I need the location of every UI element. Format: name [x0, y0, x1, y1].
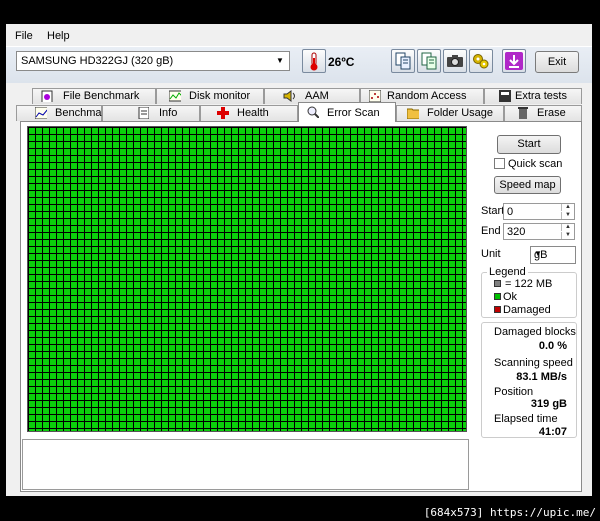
menu-file-label: File — [15, 30, 33, 42]
tab-random-access-label: Random Access — [387, 90, 467, 102]
save-button[interactable] — [502, 49, 526, 73]
gears-icon — [473, 54, 489, 69]
tab-erase[interactable]: Erase — [504, 105, 582, 121]
tab-aam-label: AAM — [305, 90, 329, 102]
elapsed-time-value: 41:07 — [538, 426, 567, 438]
drive-select-value: SAMSUNG HD322GJ (320 gB) — [21, 55, 174, 67]
temperature-value: 26ºC — [328, 55, 355, 69]
unit-select[interactable]: gB ▼ — [530, 246, 576, 264]
legend-damaged-swatch — [494, 306, 501, 313]
screenshot-button[interactable] — [443, 49, 467, 73]
thermometer-icon — [310, 52, 318, 71]
tab-file-benchmark-label: File Benchmark — [63, 90, 140, 102]
error-scan-icon — [307, 106, 319, 118]
legend-block-swatch — [494, 280, 501, 287]
exit-button-label: Exit — [547, 56, 567, 68]
position-value: 319 gB — [530, 398, 567, 410]
chevron-down-icon: ▼ — [276, 56, 284, 65]
start-field-value: 0 — [507, 206, 514, 218]
legend-ok-label: Ok — [503, 291, 518, 303]
scan-block-grid — [27, 126, 467, 432]
menu-bar — [6, 26, 592, 46]
start-field-label: Start — [481, 205, 505, 217]
extra-tests-icon — [499, 90, 511, 102]
camera-icon — [447, 55, 463, 67]
tab-folder-usage[interactable]: Folder Usage — [396, 105, 504, 121]
tab-error-scan[interactable]: Error Scan — [298, 102, 396, 122]
tab-erase-label: Erase — [537, 107, 566, 119]
drive-select[interactable]: SAMSUNG HD322GJ (320 gB) ▼ — [16, 51, 290, 71]
end-field[interactable]: 320 ▲ ▼ — [503, 223, 575, 240]
tab-file-benchmark[interactable]: File Benchmark — [32, 88, 156, 104]
info-icon — [138, 107, 149, 119]
options-button[interactable] — [469, 49, 493, 73]
copy-text-button[interactable] — [391, 49, 415, 73]
speaker-icon — [283, 90, 295, 102]
tab-disk-monitor-label: Disk monitor — [189, 90, 251, 102]
menu-help[interactable]: Help — [47, 30, 70, 42]
start-field[interactable]: 0 ▲ ▼ — [503, 203, 575, 220]
disk-monitor-icon — [169, 90, 181, 102]
menu-help-label: Help — [47, 30, 70, 42]
scanning-speed-label: Scanning speed — [494, 357, 573, 369]
end-field-value: 320 — [507, 226, 526, 238]
damaged-blocks-value: 0.0 % — [538, 340, 567, 352]
scan-log-box[interactable] — [22, 439, 469, 490]
tab-health[interactable]: Health — [200, 105, 298, 121]
legend-title: Legend — [487, 266, 528, 278]
quick-scan-checkbox[interactable] — [494, 158, 505, 169]
spin-up-icon[interactable]: ▲ — [561, 204, 574, 211]
tab-disk-monitor[interactable]: Disk monitor — [156, 88, 264, 104]
folder-icon — [407, 108, 419, 119]
tab-extra-tests-label: Extra tests — [515, 90, 567, 102]
chevron-down-icon: ▼ — [534, 249, 542, 258]
start-button[interactable]: Start — [497, 135, 561, 154]
copy-text-icon — [395, 52, 411, 70]
file-benchmark-icon — [41, 90, 53, 102]
exit-button[interactable]: Exit — [535, 51, 579, 73]
temperature-button[interactable] — [302, 49, 326, 73]
spin-up-icon[interactable]: ▲ — [561, 224, 574, 231]
scanning-speed-value: 83.1 MB/s — [516, 371, 567, 383]
erase-icon — [518, 107, 528, 119]
legend-damaged-label: Damaged — [503, 304, 551, 316]
legend-ok-swatch — [494, 293, 501, 300]
tab-extra-tests[interactable]: Extra tests — [484, 88, 582, 104]
menu-file[interactable]: File — [15, 30, 33, 42]
tab-benchmark[interactable]: Benchmark — [16, 105, 111, 121]
spin-down-icon[interactable]: ▼ — [561, 212, 574, 219]
random-access-icon — [369, 90, 381, 102]
elapsed-time-label: Elapsed time — [494, 413, 558, 425]
copy-report-icon — [421, 52, 437, 70]
quick-scan-label: Quick scan — [508, 158, 563, 170]
speed-map-button[interactable]: Speed map — [494, 176, 561, 194]
position-label: Position — [494, 386, 534, 398]
end-field-label: End — [481, 225, 501, 237]
start-button-label: Start — [517, 138, 541, 150]
tab-info[interactable]: Info — [102, 105, 200, 121]
speed-map-button-label: Speed map — [499, 179, 556, 191]
spin-down-icon[interactable]: ▼ — [561, 232, 574, 239]
damaged-blocks-label: Damaged blocks — [494, 326, 576, 338]
unit-label: Unit — [481, 248, 501, 260]
copy-report-button[interactable] — [417, 49, 441, 73]
download-arrow-icon — [505, 52, 523, 70]
tab-health-label: Health — [237, 107, 269, 119]
benchmark-icon — [35, 107, 47, 119]
watermark: [684x573] https://upic.me/ — [423, 506, 596, 519]
tab-folder-usage-label: Folder Usage — [427, 107, 494, 119]
tab-info-label: Info — [159, 107, 178, 119]
legend-block-size: = 122 MB — [505, 278, 553, 290]
health-icon — [217, 107, 229, 119]
tab-error-scan-label: Error Scan — [327, 107, 380, 119]
